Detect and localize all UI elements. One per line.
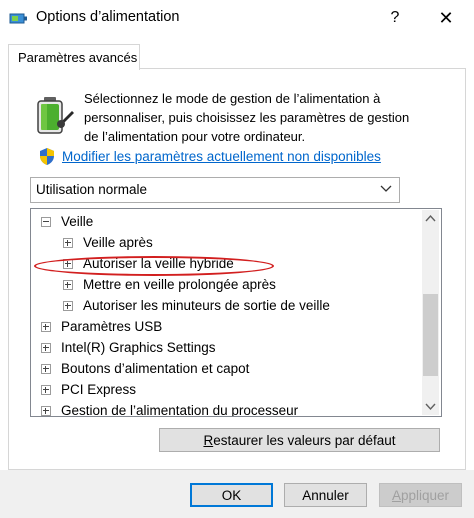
power-plan-select[interactable]: Utilisation normale	[30, 177, 400, 203]
cancel-button[interactable]: Annuler	[284, 483, 367, 507]
restore-defaults-button[interactable]: Restaurer les valeurs par défaut	[159, 428, 440, 452]
tab-label: Paramètres avancés	[18, 50, 138, 65]
scroll-down-icon[interactable]	[422, 398, 439, 415]
expand-icon[interactable]	[41, 364, 51, 374]
power-plan-value: Utilisation normale	[36, 182, 148, 197]
restore-accelerator: R	[203, 433, 214, 448]
ok-button[interactable]: OK	[190, 483, 273, 507]
highlight-ellipse	[34, 256, 274, 276]
title-bar: Options d’alimentation ? ✕	[0, 0, 474, 37]
apply-label: ppliquer	[400, 488, 450, 503]
restore-label: estaurer les valeurs par défaut	[213, 433, 396, 448]
expand-icon[interactable]	[63, 280, 73, 290]
chevron-down-icon	[380, 185, 392, 192]
scroll-thumb[interactable]	[423, 294, 438, 376]
help-button[interactable]: ?	[380, 4, 410, 32]
expand-icon[interactable]	[41, 343, 51, 353]
tab-advanced-settings[interactable]: Paramètres avancés	[8, 44, 140, 70]
tree-scrollbar[interactable]	[422, 210, 439, 415]
apply-button[interactable]: Appliquer	[379, 483, 462, 507]
battery-icon	[37, 97, 74, 134]
settings-tree[interactable]: Veille Veille après Autoriser la veille …	[30, 208, 442, 417]
description-text: Sélectionnez le mode de gestion de l’ali…	[84, 91, 410, 144]
expand-icon[interactable]	[41, 385, 51, 395]
expand-icon[interactable]	[63, 301, 73, 311]
expand-icon[interactable]	[63, 238, 73, 248]
collapse-icon[interactable]	[41, 217, 51, 227]
uac-shield-icon	[40, 148, 54, 165]
apply-accelerator: A	[391, 488, 401, 503]
scroll-up-icon[interactable]	[422, 210, 439, 227]
close-button[interactable]: ✕	[428, 4, 464, 32]
power-options-icon	[9, 13, 27, 24]
change-unavailable-settings-link[interactable]: Modifier les paramètres actuellement non…	[62, 149, 381, 164]
window-title: Options d’alimentation	[36, 9, 180, 25]
expand-icon[interactable]	[41, 406, 51, 416]
expand-icon[interactable]	[41, 322, 51, 332]
